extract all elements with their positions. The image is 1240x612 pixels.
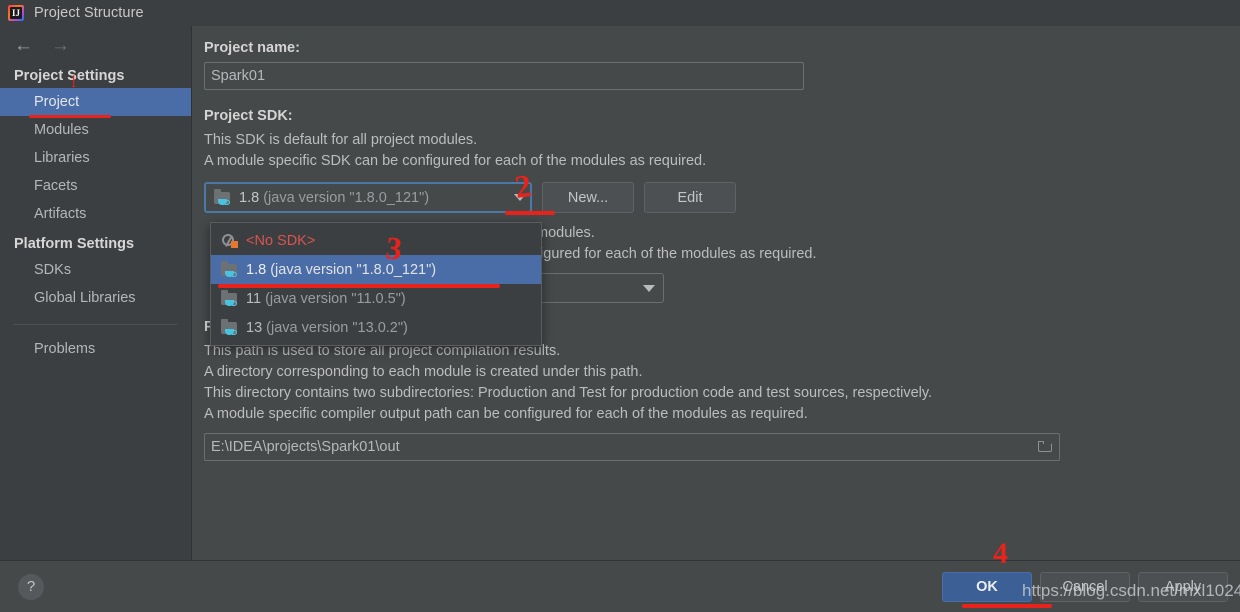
sdk-option-13-detail: (java version "13.0.2") [266, 320, 408, 336]
sidebar-item-artifacts[interactable]: Artifacts [0, 200, 191, 228]
compiler-output-path-value: E:\IDEA\projects\Spark01\out [211, 439, 400, 455]
java-sdk-folder-icon [221, 291, 238, 306]
project-sdk-selected-name: 1.8 [239, 190, 259, 206]
help-question-icon[interactable]: ? [18, 574, 44, 600]
project-sdk-desc-line-1: This SDK is default for all project modu… [204, 130, 1240, 151]
java-sdk-folder-icon [221, 262, 238, 277]
sidebar-item-libraries[interactable]: Libraries [0, 144, 191, 172]
chevron-down-icon[interactable] [643, 285, 655, 292]
settings-sidebar: ← → Project Settings Project Modules Lib… [0, 26, 192, 560]
sidebar-item-modules[interactable]: Modules [0, 116, 191, 144]
compiler-output-path-input[interactable]: E:\IDEA\projects\Spark01\out [204, 433, 1060, 461]
project-sdk-row: 1.8 (java version "1.8.0_121") New... Ed… [204, 182, 1240, 213]
compiler-output-desc-line-3: This directory contains two subdirectori… [204, 383, 1240, 404]
java-sdk-folder-icon [214, 190, 231, 205]
dialog-action-buttons: OK Cancel Apply [942, 572, 1228, 602]
project-sdk-selected-value: 1.8 (java version "1.8.0_121") [239, 190, 429, 206]
sidebar-divider [14, 324, 177, 325]
sdk-option-13[interactable]: 13 (java version "13.0.2") [211, 313, 541, 342]
cancel-button[interactable]: Cancel [1040, 572, 1130, 602]
sidebar-item-global-libraries[interactable]: Global Libraries [0, 284, 191, 312]
language-level-desc-line-2: figured for each of the modules as requi… [536, 244, 1240, 265]
compiler-output-desc-line-2: A directory corresponding to each module… [204, 362, 1240, 383]
project-language-level-combobox[interactable] [536, 273, 664, 303]
sdk-option-11-detail: (java version "11.0.5") [265, 291, 406, 307]
project-sdk-desc-line-2: A module specific SDK can be configured … [204, 151, 1240, 172]
project-name-label: Project name: [204, 40, 1240, 56]
new-sdk-button[interactable]: New... [542, 182, 634, 213]
compiler-output-desc-line-4: A module specific compiler output path c… [204, 404, 1240, 425]
no-sdk-globe-icon [221, 233, 238, 248]
sdk-option-11-name: 11 [246, 291, 261, 307]
arrow-right-icon[interactable]: → [51, 36, 70, 55]
edit-sdk-button[interactable]: Edit [644, 182, 736, 213]
sidebar-item-problems[interactable]: Problems [0, 335, 191, 363]
sdk-option-no-sdk[interactable]: <No SDK> [211, 226, 541, 255]
language-level-desc-line-1: modules. [536, 223, 1240, 244]
window-titlebar: IJ Project Structure [0, 0, 1240, 26]
folder-browse-icon[interactable] [1038, 441, 1053, 453]
sdk-option-11[interactable]: 11 (java version "11.0.5") [211, 284, 541, 313]
dialog-footer: ? OK Cancel Apply [0, 560, 1240, 612]
sidebar-item-project[interactable]: Project [0, 88, 191, 116]
java-sdk-folder-icon [221, 320, 238, 335]
project-sdk-label: Project SDK: [204, 108, 1240, 124]
window-title: Project Structure [34, 5, 144, 21]
sdk-option-1-8-name: 1.8 [246, 262, 266, 278]
project-sdk-combobox[interactable]: 1.8 (java version "1.8.0_121") [204, 182, 532, 213]
sdk-option-1-8-detail: (java version "1.8.0_121") [270, 262, 436, 278]
intellij-idea-glyph: IJ [8, 5, 24, 21]
chevron-down-icon[interactable] [514, 194, 526, 201]
sdk-option-no-sdk-label: <No SDK> [246, 233, 315, 249]
dialog-body: ← → Project Settings Project Modules Lib… [0, 26, 1240, 560]
sidebar-group-project-settings: Project Settings [0, 60, 191, 88]
apply-button[interactable]: Apply [1138, 572, 1228, 602]
sidebar-group-platform-settings: Platform Settings [0, 228, 191, 256]
arrow-left-icon[interactable]: ← [14, 36, 33, 55]
sdk-option-1-8[interactable]: 1.8 (java version "1.8.0_121") [211, 255, 541, 284]
project-name-input[interactable]: Spark01 [204, 62, 804, 90]
sidebar-navigation: ← → [0, 26, 191, 60]
project-name-value: Spark01 [211, 68, 265, 84]
sidebar-item-sdks[interactable]: SDKs [0, 256, 191, 284]
ok-button[interactable]: OK [942, 572, 1032, 602]
sidebar-item-facets[interactable]: Facets [0, 172, 191, 200]
sdk-option-13-name: 13 [246, 320, 262, 336]
intellij-idea-icon: IJ [8, 5, 24, 21]
project-sdk-selected-detail: (java version "1.8.0_121") [263, 190, 429, 206]
project-sdk-dropdown-popup[interactable]: <No SDK> 1.8 (java version "1.8.0_121") … [210, 222, 542, 346]
